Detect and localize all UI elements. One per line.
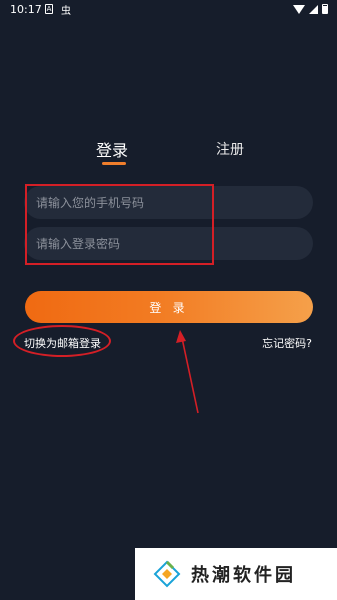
watermark: 热潮软件园 bbox=[135, 548, 337, 600]
watermark-logo-icon bbox=[153, 560, 181, 588]
watermark-text: 热潮软件园 bbox=[191, 565, 296, 586]
annotation-arrow bbox=[176, 330, 199, 414]
